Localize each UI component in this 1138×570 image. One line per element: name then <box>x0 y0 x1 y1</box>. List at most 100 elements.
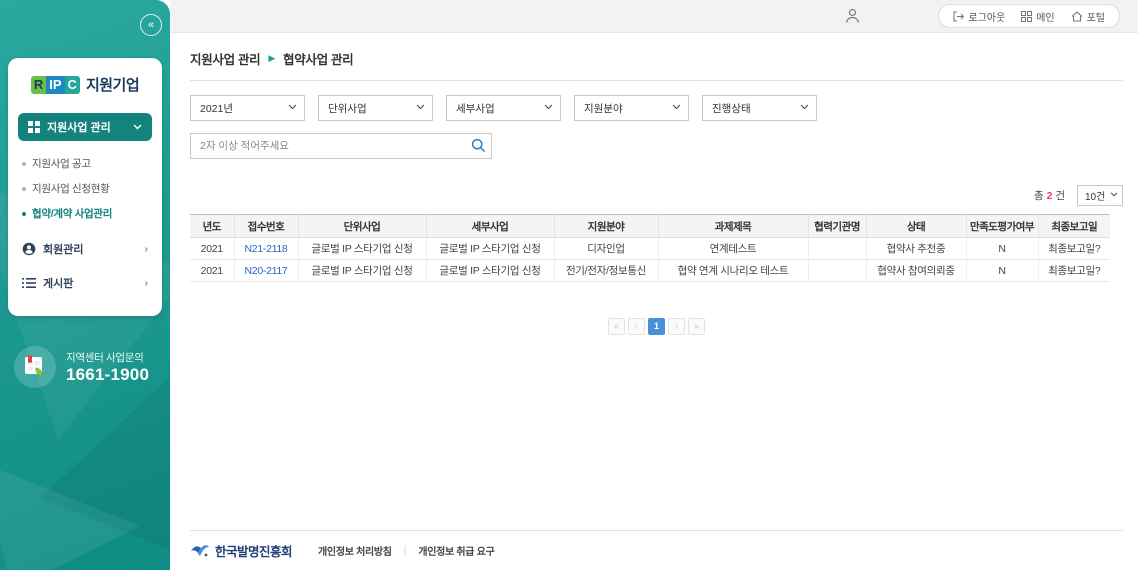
main-label: 메인 <box>1036 12 1055 24</box>
search-box <box>190 133 492 159</box>
privacy-request-link[interactable]: 개인정보 취급 요구 <box>418 543 494 558</box>
topbar: 로그아웃 메인 포털 <box>170 0 1138 33</box>
sidebar-item-members[interactable]: 회원관리 › <box>18 232 152 266</box>
cell-status: 협약사 추천중 <box>865 237 966 260</box>
logout-button[interactable]: 로그아웃 <box>953 9 1005 24</box>
cell-unit-project: 글로벌 IP 스타기업 신청 <box>297 237 426 260</box>
col-sub-project: 세부사업 <box>425 214 554 238</box>
col-partner-org: 협력기관명 <box>807 214 866 238</box>
sidebar-item-application-status[interactable]: 지원사업 신청현황 <box>18 176 152 201</box>
chevron-down-icon <box>672 104 681 110</box>
cell-task-title: 협약 연계 시나리오 테스트 <box>657 259 808 282</box>
table-row: 2021 N20-2117 글로벌 IP 스타기업 신청 글로벌 IP 스타기업… <box>190 259 1110 282</box>
page-size-value: 10건 <box>1085 192 1106 203</box>
unit-project-select[interactable]: 단위사업 <box>318 95 433 121</box>
contact-info: 지역센터 사업문의 1661-1900 <box>14 346 149 388</box>
breadcrumb-arrow-icon: ▶ <box>268 53 275 63</box>
progress-status-select[interactable]: 진행상태 <box>702 95 817 121</box>
cell-task-title: 연계테스트 <box>657 237 808 260</box>
app-window: « R IP C 지원기업 지원사업 관리 지원사업 공고 지원사업 신청현황 … <box>0 0 1138 570</box>
cell-final-report: 최종보고일? <box>1037 259 1110 282</box>
cell-support-field: 전기/전자/정보통신 <box>553 259 658 282</box>
breadcrumb-current: 협약사업 관리 <box>283 53 354 67</box>
footer: 한국발명진흥회 개인정보 처리방침 | 개인정보 취급 요구 <box>190 530 1123 570</box>
grid-icon <box>28 121 40 133</box>
chevron-down-icon <box>416 104 425 110</box>
sidebar-card: R IP C 지원기업 지원사업 관리 지원사업 공고 지원사업 신청현황 협약… <box>8 58 162 316</box>
topbar-quick-links: 로그아웃 메인 포털 <box>938 4 1120 28</box>
logout-label: 로그아웃 <box>968 12 1006 24</box>
cell-receipt-no-link[interactable]: N21-2118 <box>233 237 298 260</box>
footer-org-name: 한국발명진흥회 <box>215 545 293 559</box>
breadcrumb-parent[interactable]: 지원사업 관리 <box>190 49 261 68</box>
bullet-icon <box>22 211 26 216</box>
portal-button[interactable]: 포털 <box>1071 9 1105 24</box>
search-icon <box>471 138 486 153</box>
sidebar-collapse-button[interactable]: « <box>140 14 162 36</box>
cell-receipt-no-link[interactable]: N20-2117 <box>233 259 298 282</box>
cell-satisfaction: N <box>965 259 1038 282</box>
progress-status-select-value: 진행상태 <box>712 102 751 115</box>
cell-satisfaction: N <box>965 237 1038 260</box>
col-satisfaction: 만족도평가여부 <box>965 214 1038 238</box>
sidebar-item-agreement-management[interactable]: 협약/계약 사업관리 <box>18 201 152 226</box>
home-icon <box>1071 10 1083 22</box>
next-page-button[interactable]: › <box>668 318 685 335</box>
search-button[interactable] <box>471 138 486 153</box>
support-field-select[interactable]: 지원분야 <box>574 95 689 121</box>
page-1-button[interactable]: 1 <box>648 318 665 335</box>
portal-label: 포털 <box>1086 12 1105 24</box>
submenu-label: 지원사업 공고 <box>32 158 91 170</box>
bullet-icon <box>22 186 26 191</box>
list-icon <box>22 277 36 289</box>
sidebar-item-board[interactable]: 게시판 › <box>18 266 152 300</box>
footer-divider: | <box>403 545 407 556</box>
logo-block-r: R <box>30 75 47 94</box>
sidebar-item-label: 지원사업 관리 <box>47 122 111 134</box>
sidebar-item-label: 게시판 <box>43 278 74 290</box>
col-support-field: 지원분야 <box>553 214 658 238</box>
contact-phone: 1661-1900 <box>66 364 150 384</box>
list-controls: 총 2 건 10건 <box>190 185 1123 206</box>
user-icon[interactable] <box>845 8 860 24</box>
ripc-logo-icon: R IP C <box>30 75 80 94</box>
sidebar-item-support-management[interactable]: 지원사업 관리 <box>18 113 152 141</box>
footer-logo: 한국발명진흥회 <box>190 541 293 560</box>
filter-row: 2021년 단위사업 세부사업 지원분야 진행상태 <box>190 95 1123 121</box>
chevron-down-icon <box>1110 192 1118 197</box>
unit-project-select-value: 단위사업 <box>328 102 367 115</box>
search-row <box>190 133 1123 159</box>
search-input[interactable] <box>191 134 461 158</box>
total-count-number: 2 <box>1046 190 1053 202</box>
first-page-button[interactable]: « <box>608 318 625 335</box>
sub-project-select-value: 세부사업 <box>456 102 495 115</box>
cell-sub-project: 글로벌 IP 스타기업 신청 <box>425 237 554 260</box>
chevron-right-icon: › <box>144 243 148 255</box>
privacy-policy-link[interactable]: 개인정보 처리방침 <box>318 543 392 558</box>
app-logo: R IP C 지원기업 <box>18 74 152 95</box>
submenu-label: 협약/계약 사업관리 <box>32 208 113 220</box>
support-field-select-value: 지원분야 <box>584 102 623 115</box>
page-size-select[interactable]: 10건 <box>1077 185 1123 206</box>
col-year: 년도 <box>190 214 234 238</box>
last-page-button[interactable]: » <box>688 318 705 335</box>
cell-status: 협약사 참여의뢰중 <box>865 259 966 282</box>
chevron-down-icon <box>133 124 142 130</box>
col-task-title: 과제제목 <box>657 214 808 238</box>
main-button[interactable]: 메인 <box>1021 9 1055 24</box>
user-circle-icon <box>22 242 36 256</box>
submenu-label: 지원사업 신청현황 <box>32 183 110 195</box>
table-row: 2021 N21-2118 글로벌 IP 스타기업 신청 글로벌 IP 스타기업… <box>190 237 1110 260</box>
sidebar-item-announcements[interactable]: 지원사업 공고 <box>18 151 152 176</box>
cell-sub-project: 글로벌 IP 스타기업 신청 <box>425 259 554 282</box>
logo-title: 지원기업 <box>85 77 140 94</box>
cell-unit-project: 글로벌 IP 스타기업 신청 <box>297 259 426 282</box>
year-select-value: 2021년 <box>200 102 234 115</box>
footer-links: 개인정보 처리방침 | 개인정보 취급 요구 <box>318 543 495 558</box>
sidebar: « R IP C 지원기업 지원사업 관리 지원사업 공고 지원사업 신청현황 … <box>0 0 170 570</box>
sub-project-select[interactable]: 세부사업 <box>446 95 561 121</box>
logo-block-c: C <box>64 75 80 94</box>
year-select[interactable]: 2021년 <box>190 95 305 121</box>
prev-page-button[interactable]: ‹ <box>628 318 645 335</box>
divider <box>190 80 1123 81</box>
